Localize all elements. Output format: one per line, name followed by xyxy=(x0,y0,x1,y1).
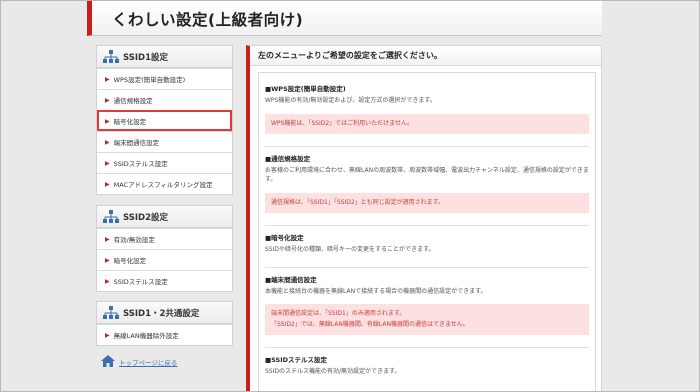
sidebar-item-enable[interactable]: ▶ 有効/無効設定 xyxy=(97,228,232,249)
arrow-right-icon: ▶ xyxy=(105,96,110,104)
section-description: SSIDのステルス機能の有効/無効設定ができます。 xyxy=(265,367,401,375)
sidebar-item-label: 暗号化設定 xyxy=(113,257,147,265)
section-title: ■端末間通信設定 xyxy=(265,275,317,284)
section-encryption: ■暗号化設定 SSIDや暗号化の種類、暗号キーの変更をすることができます。 xyxy=(265,232,589,255)
section-standard: ■通信規格設定 お客様のご利用環境に合わせ、無線LANの周波数帯、周波数帯域幅、… xyxy=(265,153,589,214)
sidebar-item-label: SSIDステルス設定 xyxy=(113,278,168,286)
sidebar-item-terminal[interactable]: ▶ 端末間通信設定 xyxy=(97,131,232,152)
divider xyxy=(265,145,589,147)
arrow-right-icon: ▶ xyxy=(105,159,110,167)
arrow-right-icon: ▶ xyxy=(105,235,110,243)
sidebar-item-mac-filter[interactable]: ▶ MACアドレスフィルタリング設定 xyxy=(97,173,232,194)
section-note: 通信規格は、「SSID1」「SSID2」とも同じ設定が適用されます。 xyxy=(265,192,589,214)
sidebar-item-wps[interactable]: ▶ WPS設定(簡単自動設定) xyxy=(97,68,232,89)
arrow-right-icon: ▶ xyxy=(105,138,110,146)
main-panel: 左のメニューよりご希望の設定をご選択ください。 ■WPS設定(簡単自動設定) W… xyxy=(246,45,602,391)
section-description: 本機能と接続台の機器を無線LANで接続する場合の機器間の通信設定ができます。 xyxy=(265,287,487,295)
description-box: ■WPS設定(簡単自動設定) WPS機能の有効/無効設定および、設定方式の選択が… xyxy=(258,72,596,391)
sidebar-item-encryption-2[interactable]: ▶ 暗号化設定 xyxy=(97,249,232,270)
sidebar-item-standard[interactable]: ▶ 通信規格設定 xyxy=(97,89,232,110)
home-link-label: トップページに戻る xyxy=(119,359,178,367)
network-icon xyxy=(103,305,119,320)
sidebar-item-encryption[interactable]: ▶ 暗号化設定 xyxy=(97,110,232,131)
section-description: SSIDや暗号化の種類、暗号キーの変更をすることができます。 xyxy=(265,246,435,254)
section-note: 端末間通信設定は、「SSID1」のみ適用されます。 「SSID2」では、無線LA… xyxy=(265,304,589,335)
app-window: くわしい設定(上級者向け) SSID1設定 ▶ WPS設定(簡単自動設定) ▶ … xyxy=(0,0,700,392)
section-terminal: ■端末間通信設定 本機能と接続台の機器を無線LANで接続する場合の機器間の通信設… xyxy=(265,274,589,335)
main-title: 左のメニューよりご希望の設定をご選択ください。 xyxy=(250,46,601,66)
arrow-right-icon: ▶ xyxy=(105,180,110,188)
page-header: くわしい設定(上級者向け) xyxy=(87,1,602,36)
divider xyxy=(265,225,589,227)
common-panel: SSID1・2共通設定 ▶ 無線LAN機器除外設定 xyxy=(96,301,233,346)
section-title: ■暗号化設定 xyxy=(265,234,304,243)
note-line: 端末間通信設定は、「SSID1」のみ適用されます。 xyxy=(271,310,406,318)
section-title: ■通信規格設定 xyxy=(265,154,311,163)
sidebar-item-label: WPS設定(簡単自動設定) xyxy=(113,76,186,84)
sidebar-item-label: 端末間通信設定 xyxy=(113,139,160,147)
section-title: ■SSIDステルス設定 xyxy=(265,355,328,364)
arrow-right-icon: ▶ xyxy=(105,75,110,83)
sidebar-item-label: SSIDステルス設定 xyxy=(113,160,168,168)
page-title: くわしい設定(上級者向け) xyxy=(112,11,304,29)
arrow-right-icon: ▶ xyxy=(105,256,110,264)
sidebar-item-label: 暗号化設定 xyxy=(113,118,147,126)
arrow-right-icon: ▶ xyxy=(105,277,110,285)
sidebar-item-stealth-2[interactable]: ▶ SSIDステルス設定 xyxy=(97,270,232,291)
home-icon xyxy=(101,355,115,369)
sidebar-item-label: 有効/無効設定 xyxy=(113,236,155,244)
arrow-right-icon: ▶ xyxy=(105,117,110,125)
sidebar-item-label: 無線LAN機器除外設定 xyxy=(113,332,179,340)
section-description: お客様のご利用環境に合わせ、無線LANの周波数帯、周波数帯域幅、電波出力チャンネ… xyxy=(265,166,589,184)
common-panel-header: SSID1・2共通設定 xyxy=(97,302,232,324)
common-panel-title: SSID1・2共通設定 xyxy=(123,308,200,319)
ssid2-panel-header: SSID2設定 xyxy=(97,206,232,228)
section-stealth: ■SSIDステルス設定 SSIDのステルス機能の有効/無効設定ができます。 xyxy=(265,354,589,377)
ssid2-panel: SSID2設定 ▶ 有効/無効設定 ▶ 暗号化設定 ▶ SSIDステルス設定 xyxy=(96,205,233,292)
section-description: WPS機能の有効/無効設定および、設定方式の選択ができます。 xyxy=(265,97,436,104)
ssid1-panel: SSID1設定 ▶ WPS設定(簡単自動設定) ▶ 通信規格設定 ▶ 暗号化設定… xyxy=(96,45,233,195)
network-icon xyxy=(103,209,119,224)
note-line: 「SSID2」では、無線LAN機器間、有線LAN機器間の通信はできません。 xyxy=(271,320,469,328)
divider xyxy=(265,346,589,348)
ssid1-panel-header: SSID1設定 xyxy=(97,46,232,68)
sidebar-item-exclusion[interactable]: ▶ 無線LAN機器除外設定 xyxy=(97,324,232,345)
arrow-right-icon: ▶ xyxy=(105,331,110,339)
sidebar-item-stealth[interactable]: ▶ SSIDステルス設定 xyxy=(97,152,232,173)
network-icon xyxy=(103,49,119,64)
sidebar-item-label: 通信規格設定 xyxy=(113,97,153,105)
home-link[interactable]: トップページに戻る xyxy=(101,355,177,369)
section-note: WPS機能は、「SSID2」ではご利用いただけません。 xyxy=(265,113,589,134)
ssid2-panel-title: SSID2設定 xyxy=(123,212,168,223)
divider xyxy=(265,266,589,268)
section-wps: ■WPS設定(簡単自動設定) WPS機能の有効/無効設定および、設定方式の選択が… xyxy=(265,83,589,134)
section-title: ■WPS設定(簡単自動設定) xyxy=(265,85,346,93)
ssid1-panel-title: SSID1設定 xyxy=(123,52,168,63)
sidebar-item-label: MACアドレスフィルタリング設定 xyxy=(113,181,213,189)
